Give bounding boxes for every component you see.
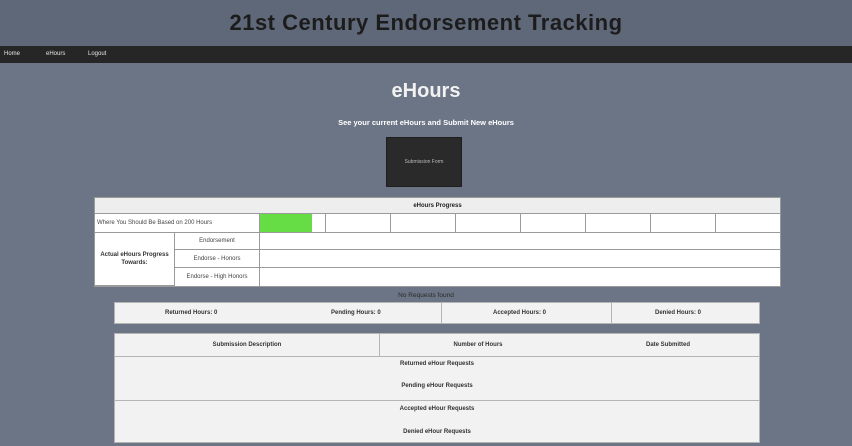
accepted-hours: Accepted Hours: 0 [493, 310, 547, 316]
progress-row-honors: Endorse - Honors [175, 250, 260, 268]
high-honors-progress-bar [260, 268, 780, 286]
progress-segment-divider [715, 214, 716, 232]
progress-segment-divider [650, 214, 651, 232]
top-nav: Home eHours Logout [0, 46, 852, 63]
progress-segment-divider [390, 214, 391, 232]
progress-table-title: eHours Progress [95, 198, 780, 214]
col-date-submitted: Date Submitted [645, 342, 690, 348]
should-be-label: Where You Should Be Based on 200 Hours [95, 214, 260, 233]
summary-divider [611, 303, 612, 323]
nav-logout-link[interactable]: Logout [88, 46, 106, 63]
page-title: eHours [391, 80, 461, 102]
col-number-of-hours: Number of Hours [453, 342, 503, 348]
ehours-progress-table: eHours Progress Where You Should Be Base… [94, 197, 781, 287]
progress-segment-divider [455, 214, 456, 232]
site-header: 21st Century Endorsement Tracking [0, 0, 852, 46]
progress-row-endorsement: Endorsement [175, 233, 260, 250]
header-underline [115, 356, 759, 357]
progress-segment-divider [325, 214, 326, 232]
submission-form-button-label: Submission Form [404, 159, 444, 165]
section-returned: Returned eHour Requests [399, 361, 474, 367]
nav-ehours-link[interactable]: eHours [46, 46, 65, 63]
no-requests-message: No Requests found [398, 292, 454, 299]
page-subtitle: See your current eHours and Submit New e… [338, 118, 514, 127]
denied-hours: Denied Hours: 0 [655, 310, 702, 316]
honors-progress-bar [260, 250, 780, 268]
should-be-progress-track [260, 214, 780, 233]
section-divider [115, 400, 759, 401]
summary-divider [441, 303, 442, 323]
progress-row-high-honors: Endorse - High Honors [175, 268, 260, 286]
col-submission-description: Submission Description [212, 342, 282, 348]
pending-hours: Pending Hours: 0 [331, 310, 381, 316]
submission-form-button[interactable]: Submission Form [386, 137, 462, 187]
section-pending: Pending eHour Requests [401, 383, 473, 389]
site-title: 21st Century Endorsement Tracking [229, 10, 623, 35]
hours-summary: Returned Hours: 0 Pending Hours: 0 Accep… [114, 302, 760, 324]
requests-table: Submission Description Number of Hours D… [114, 333, 760, 443]
section-accepted: Accepted eHour Requests [399, 406, 475, 412]
progress-segment-divider [520, 214, 521, 232]
section-denied: Denied eHour Requests [403, 429, 471, 435]
actual-progress-label: Actual eHours Progress Towards: [95, 233, 175, 286]
progress-segment-divider [585, 214, 586, 232]
endorsement-progress-bar [260, 233, 780, 250]
nav-home-link[interactable]: Home [4, 46, 20, 63]
returned-hours: Returned Hours: 0 [165, 310, 218, 316]
should-be-progress-fill [260, 214, 312, 232]
